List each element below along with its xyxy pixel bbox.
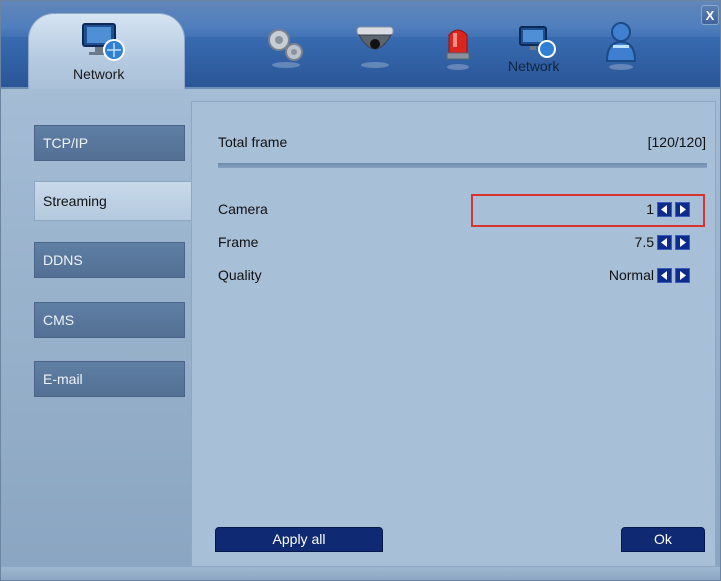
tab-network-active[interactable]: Network	[28, 13, 185, 89]
camera-label: Camera	[218, 201, 268, 217]
bottom-bar	[1, 567, 720, 580]
network-settings-window: Network Network X TCP/IP Streaming DDNS …	[0, 0, 721, 581]
frame-value: 7.5	[634, 234, 654, 250]
sidebar-item-streaming[interactable]: Streaming	[34, 181, 192, 221]
apply-all-button[interactable]: Apply all	[215, 527, 383, 552]
divider	[218, 163, 707, 168]
streaming-settings-panel	[191, 101, 716, 567]
quality-label: Quality	[218, 267, 262, 283]
ok-button[interactable]: Ok	[621, 527, 705, 552]
user-icon[interactable]	[604, 21, 640, 76]
tab-network-label: Network	[73, 66, 125, 82]
frame-label: Frame	[218, 234, 259, 250]
quality-prev-arrow-icon[interactable]	[657, 268, 672, 283]
sidebar-item-email[interactable]: E-mail	[34, 361, 185, 397]
sidebar-item-tcpip[interactable]: TCP/IP	[34, 125, 185, 161]
frame-prev-arrow-icon[interactable]	[657, 235, 672, 250]
gears-icon[interactable]	[263, 25, 309, 74]
alarm-siren-icon[interactable]	[445, 23, 471, 76]
camera-next-arrow-icon[interactable]	[675, 202, 690, 217]
quality-next-arrow-icon[interactable]	[675, 268, 690, 283]
quality-value: Normal	[608, 267, 654, 283]
sidebar-item-ddns[interactable]: DDNS	[34, 242, 185, 278]
frame-next-arrow-icon[interactable]	[675, 235, 690, 250]
close-button[interactable]: X	[701, 5, 719, 25]
total-frame-value: [120/120]	[647, 134, 706, 150]
network-icon	[80, 20, 128, 67]
sidebar-item-cms[interactable]: CMS	[34, 302, 185, 338]
tab-network-label-secondary: Network	[508, 58, 560, 74]
dome-camera-icon[interactable]	[354, 23, 396, 74]
camera-value: 1	[646, 201, 654, 217]
camera-prev-arrow-icon[interactable]	[657, 202, 672, 217]
total-frame-label: Total frame	[218, 134, 288, 150]
